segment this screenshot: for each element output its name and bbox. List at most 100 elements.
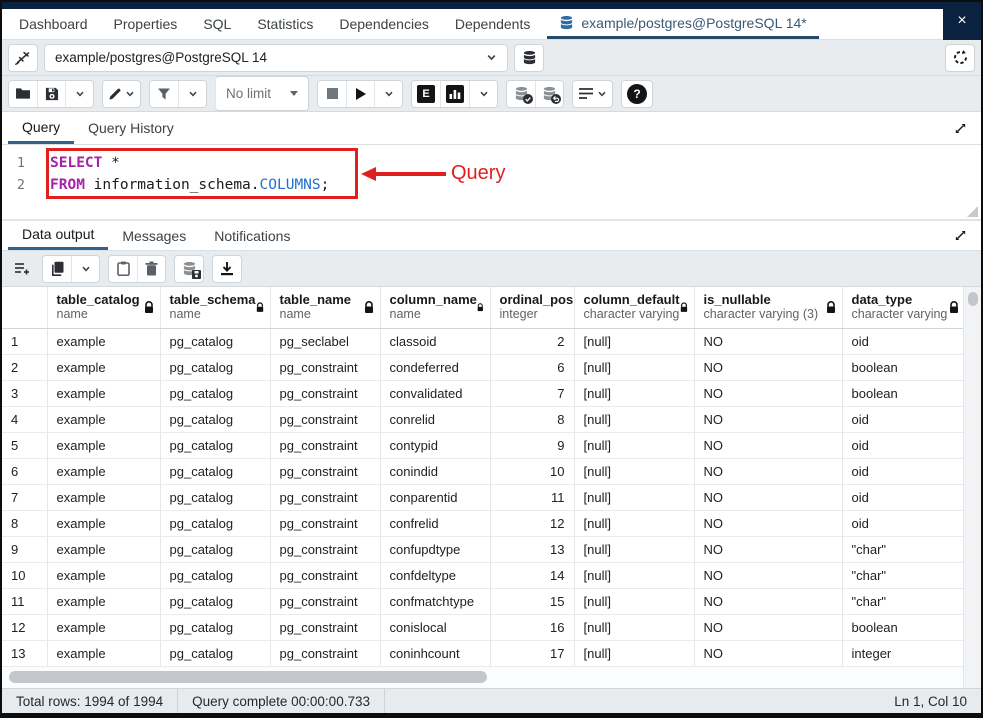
new-connection-button[interactable] xyxy=(514,44,544,72)
grid-cell[interactable]: coninhcount xyxy=(380,640,490,666)
output-expand-button[interactable] xyxy=(954,221,975,250)
grid-cell[interactable]: oid xyxy=(842,484,965,510)
column-header-data-type[interactable]: data_typecharacter varying xyxy=(842,287,965,328)
row-number[interactable]: 9 xyxy=(2,536,47,562)
grid-cell[interactable]: example xyxy=(47,328,160,354)
nav-item-sql[interactable]: SQL xyxy=(190,9,244,39)
nav-item-dependencies[interactable]: Dependencies xyxy=(326,9,442,39)
row-number[interactable]: 10 xyxy=(2,562,47,588)
grid-cell[interactable]: pg_catalog xyxy=(160,484,270,510)
column-header-ordinal-positi[interactable]: ordinal_positiinteger xyxy=(490,287,574,328)
column-header-table-catalog[interactable]: table_catalogname xyxy=(47,287,160,328)
grid-cell[interactable]: NO xyxy=(694,588,842,614)
grid-cell[interactable]: [null] xyxy=(574,406,694,432)
explain-analyze-button[interactable] xyxy=(440,81,469,107)
grid-cell[interactable]: [null] xyxy=(574,328,694,354)
grid-cell[interactable]: boolean xyxy=(842,380,965,406)
grid-cell[interactable]: pg_catalog xyxy=(160,328,270,354)
row-number[interactable]: 7 xyxy=(2,484,47,510)
grid-cell[interactable]: example xyxy=(47,380,160,406)
grid-cell[interactable]: pg_constraint xyxy=(270,380,380,406)
grid-cell[interactable]: [null] xyxy=(574,562,694,588)
grid-cell[interactable]: NO xyxy=(694,640,842,666)
execute-button[interactable] xyxy=(346,81,374,107)
grid-cell[interactable]: example xyxy=(47,432,160,458)
grid-cell[interactable]: 6 xyxy=(490,354,574,380)
grid-cell[interactable]: oid xyxy=(842,328,965,354)
row-number[interactable]: 3 xyxy=(2,380,47,406)
grid-cell[interactable]: pg_constraint xyxy=(270,588,380,614)
grid-cell[interactable]: 12 xyxy=(490,510,574,536)
tab-query-history[interactable]: Query History xyxy=(74,112,188,144)
grid-cell[interactable]: "char" xyxy=(842,588,965,614)
paste-button[interactable] xyxy=(109,256,137,282)
grid-cell[interactable]: pg_catalog xyxy=(160,510,270,536)
nav-item-statistics[interactable]: Statistics xyxy=(244,9,326,39)
grid-cell[interactable]: [null] xyxy=(574,536,694,562)
grid-cell[interactable]: [null] xyxy=(574,614,694,640)
execute-menu-button[interactable] xyxy=(374,81,402,107)
rollback-button[interactable] xyxy=(535,81,563,107)
grid-cell[interactable]: conparentid xyxy=(380,484,490,510)
column-header-column-default[interactable]: column_defaultcharacter varying xyxy=(574,287,694,328)
copy-button[interactable] xyxy=(43,256,71,282)
grid-cell[interactable]: pg_constraint xyxy=(270,484,380,510)
grid-cell[interactable]: classoid xyxy=(380,328,490,354)
grid-cell[interactable]: example xyxy=(47,354,160,380)
column-header-table-schema[interactable]: table_schemaname xyxy=(160,287,270,328)
editor-resize-grip[interactable] xyxy=(967,206,978,217)
grid-cell[interactable]: [null] xyxy=(574,458,694,484)
nav-item-dependents[interactable]: Dependents xyxy=(442,9,544,39)
grid-cell[interactable]: NO xyxy=(694,380,842,406)
grid-cell[interactable]: oid xyxy=(842,432,965,458)
save-file-button[interactable] xyxy=(37,81,65,107)
row-number[interactable]: 5 xyxy=(2,432,47,458)
editor-expand-button[interactable] xyxy=(954,112,975,144)
grid-cell[interactable]: 2 xyxy=(490,328,574,354)
grid-cell[interactable]: NO xyxy=(694,328,842,354)
column-header-is-nullable[interactable]: is_nullablecharacter varying (3) xyxy=(694,287,842,328)
grid-cell[interactable]: pg_constraint xyxy=(270,354,380,380)
grid-cell[interactable]: "char" xyxy=(842,562,965,588)
grid-cell[interactable]: example xyxy=(47,588,160,614)
grid-cell[interactable]: 14 xyxy=(490,562,574,588)
grid-cell[interactable]: NO xyxy=(694,536,842,562)
grid-cell[interactable]: 17 xyxy=(490,640,574,666)
row-number[interactable]: 2 xyxy=(2,354,47,380)
grid-cell[interactable]: 16 xyxy=(490,614,574,640)
grid-cell[interactable]: pg_constraint xyxy=(270,536,380,562)
refresh-button[interactable] xyxy=(945,44,975,72)
grid-cell[interactable]: pg_catalog xyxy=(160,562,270,588)
connection-status-button[interactable] xyxy=(8,44,38,72)
grid-cell[interactable]: pg_seclabel xyxy=(270,328,380,354)
row-number[interactable]: 11 xyxy=(2,588,47,614)
close-icon[interactable]: × xyxy=(943,2,981,40)
grid-corner-cell[interactable] xyxy=(2,287,47,328)
grid-cell[interactable]: [null] xyxy=(574,484,694,510)
grid-cell[interactable]: pg_catalog xyxy=(160,380,270,406)
grid-cell[interactable]: confrelid xyxy=(380,510,490,536)
tab-query[interactable]: Query xyxy=(8,112,74,144)
grid-cell[interactable]: 13 xyxy=(490,536,574,562)
row-number[interactable]: 13 xyxy=(2,640,47,666)
grid-cell[interactable]: NO xyxy=(694,510,842,536)
explain-button[interactable]: E xyxy=(412,81,440,107)
grid-cell[interactable]: example xyxy=(47,536,160,562)
grid-cell[interactable]: pg_constraint xyxy=(270,614,380,640)
grid-cell[interactable]: pg_constraint xyxy=(270,510,380,536)
tab-data-output[interactable]: Data output xyxy=(8,221,108,250)
tab-notifications[interactable]: Notifications xyxy=(200,221,304,250)
tab-query-tool[interactable]: example/postgres@PostgreSQL 14* xyxy=(547,9,818,39)
nav-item-properties[interactable]: Properties xyxy=(101,9,191,39)
edit-menu-button[interactable] xyxy=(103,81,140,107)
grid-cell[interactable]: convalidated xyxy=(380,380,490,406)
help-button[interactable]: ? xyxy=(622,81,652,107)
grid-cell[interactable]: pg_catalog xyxy=(160,588,270,614)
grid-cell[interactable]: pg_constraint xyxy=(270,432,380,458)
grid-cell[interactable]: example xyxy=(47,640,160,666)
grid-cell[interactable]: pg_catalog xyxy=(160,614,270,640)
grid-cell[interactable]: NO xyxy=(694,458,842,484)
grid-cell[interactable]: NO xyxy=(694,484,842,510)
grid-cell[interactable]: NO xyxy=(694,354,842,380)
grid-cell[interactable]: [null] xyxy=(574,588,694,614)
